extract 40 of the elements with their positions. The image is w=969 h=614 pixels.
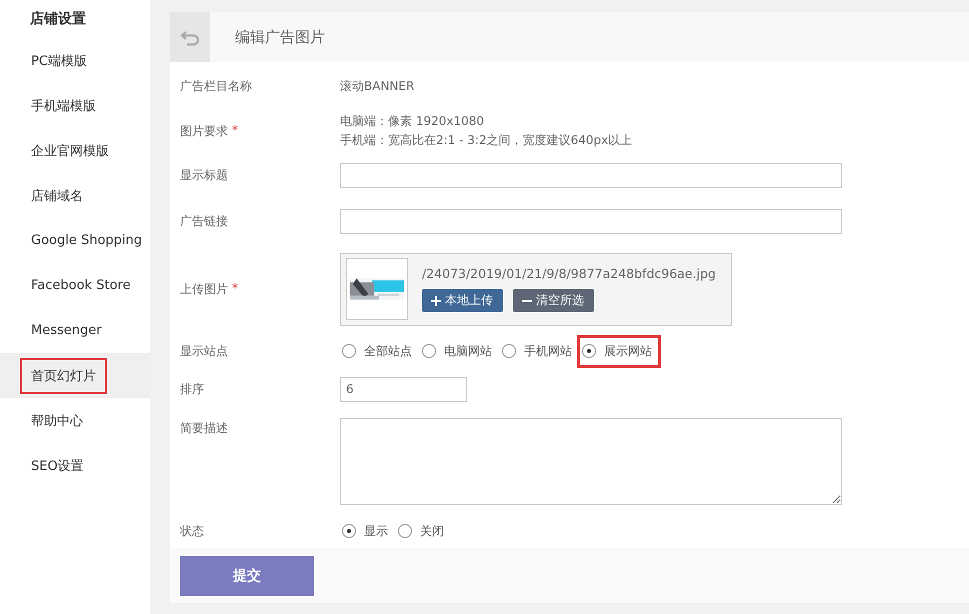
field-label: 广告栏目名称 bbox=[180, 78, 252, 94]
requirement-text: 电脑端：像素 1920x1080 bbox=[340, 113, 485, 130]
clear-button[interactable]: 清空所选 bbox=[513, 289, 594, 312]
radio-label[interactable]: 电脑网站 bbox=[444, 342, 492, 360]
back-button[interactable] bbox=[170, 12, 210, 62]
radio-button[interactable] bbox=[398, 524, 412, 538]
radio-button[interactable] bbox=[342, 524, 356, 538]
required-mark: * bbox=[232, 280, 238, 296]
input-field[interactable] bbox=[340, 208, 842, 234]
requirement-text: 手机端：宽高比在2:1 - 3:2之间，宽度建议640px以上 bbox=[340, 132, 632, 149]
sidebar-item[interactable]: 首页幻灯片 bbox=[0, 353, 150, 398]
radio-button[interactable] bbox=[502, 344, 516, 358]
field-label: 图片要求 bbox=[180, 122, 228, 140]
input-field[interactable]: 6 bbox=[340, 376, 467, 402]
radio-label[interactable]: 展示网站 bbox=[604, 342, 652, 360]
sidebar-title: 店铺设置 bbox=[29, 10, 87, 29]
field-label: 广告链接 bbox=[180, 212, 228, 230]
field-label: 排序 bbox=[180, 380, 204, 398]
field-value: 滚动BANNER bbox=[340, 78, 414, 94]
file-path: /24073/2019/01/21/9/8/9877a248bfdc96ae.jpg bbox=[422, 266, 716, 281]
input-field[interactable] bbox=[340, 162, 842, 188]
radio-label[interactable]: 显示 bbox=[364, 522, 388, 540]
radio-button[interactable] bbox=[422, 344, 436, 358]
field-label: 上传图片 bbox=[180, 280, 228, 298]
radio-button[interactable] bbox=[342, 344, 356, 358]
field-label: 简要描述 bbox=[180, 420, 228, 437]
radio-label[interactable]: 手机网站 bbox=[524, 342, 572, 360]
submit-button[interactable]: 提交 bbox=[180, 556, 314, 596]
field-label: 显示站点 bbox=[180, 342, 228, 360]
required-mark: * bbox=[232, 122, 238, 138]
undo-icon bbox=[180, 28, 200, 46]
field-label: 显示标题 bbox=[180, 166, 228, 184]
field-label: 状态 bbox=[180, 522, 204, 540]
upload-button[interactable]: 本地上传 bbox=[422, 289, 503, 312]
radio-label[interactable]: 全部站点 bbox=[364, 342, 412, 360]
radio-button[interactable] bbox=[582, 344, 596, 358]
page-title: 编辑广告图片 bbox=[235, 28, 325, 46]
radio-label[interactable]: 关闭 bbox=[420, 522, 444, 540]
description-field[interactable] bbox=[340, 418, 842, 505]
plus-icon bbox=[431, 296, 441, 306]
